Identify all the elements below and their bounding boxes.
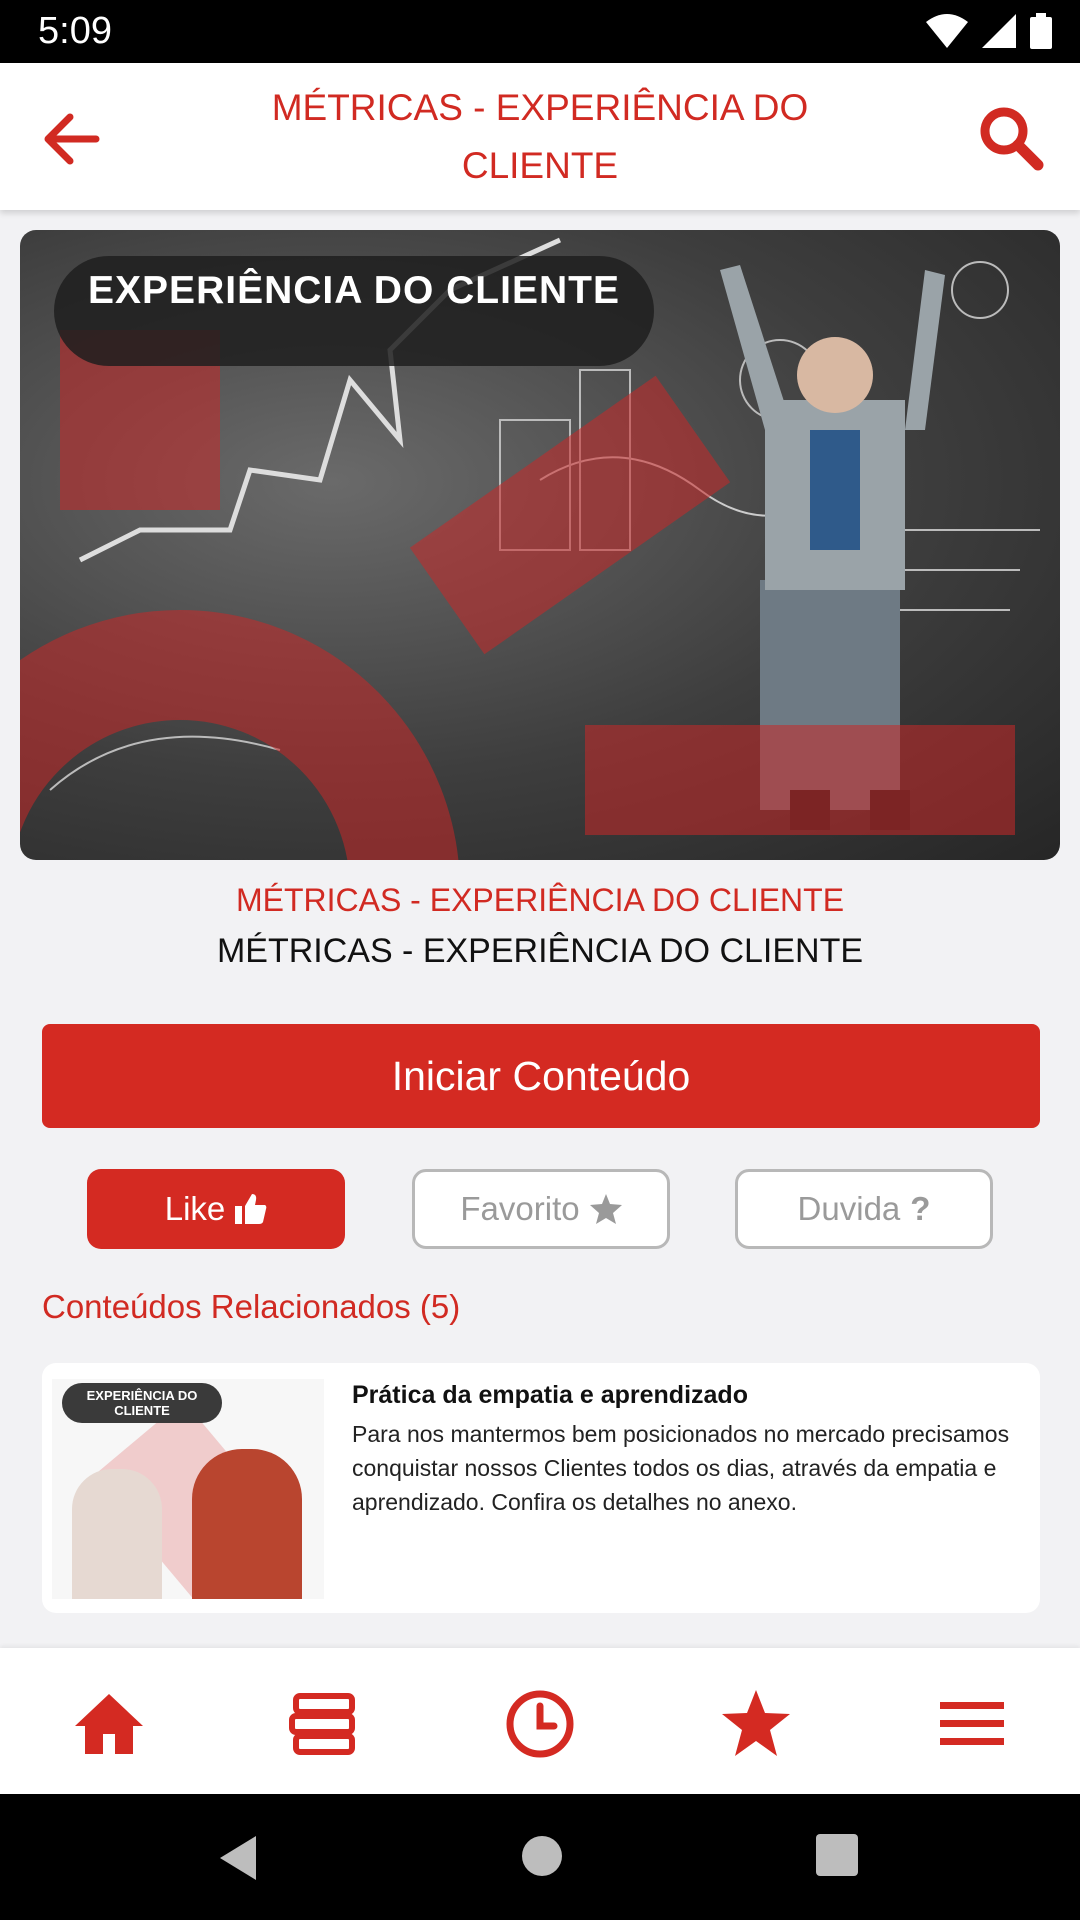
start-content-button[interactable]: Iniciar Conteúdo — [42, 1024, 1040, 1128]
content-category: MÉTRICAS - EXPERIÊNCIA DO CLIENTE — [235, 882, 845, 918]
signal-icon — [982, 14, 1016, 48]
system-home-icon[interactable] — [520, 1834, 564, 1878]
star-icon — [589, 1194, 622, 1224]
nav-history[interactable] — [504, 1688, 576, 1760]
related-heading: Conteúdos Relacionados (5) — [42, 1288, 461, 1325]
system-back-icon[interactable] — [216, 1834, 260, 1882]
like-label: Like — [164, 1190, 226, 1227]
menu-icon — [940, 1702, 1004, 1745]
content-title: MÉTRICAS - EXPERIÊNCIA DO CLIENTE — [216, 932, 864, 970]
system-recents-icon[interactable] — [816, 1834, 858, 1876]
nav-library[interactable] — [288, 1688, 360, 1760]
battery-icon — [1030, 13, 1052, 49]
bottom-nav — [0, 1648, 1080, 1794]
app-header: MÉTRICAS - EXPERIÊNCIA DO CLIENTE — [0, 63, 1080, 210]
search-icon — [980, 107, 1044, 171]
favorite-label: Favorito — [460, 1190, 580, 1227]
status-icons — [926, 12, 1052, 50]
hero-image: EXPERIÊNCIA DO CLIENTE — [20, 230, 1060, 860]
question-icon: ? — [910, 1190, 931, 1227]
back-button[interactable] — [40, 107, 104, 171]
arrow-left-icon — [44, 113, 100, 165]
nav-menu[interactable] — [936, 1688, 1008, 1760]
star-icon — [722, 1690, 790, 1756]
red-overlay-block — [585, 725, 1015, 835]
doubt-button[interactable]: Duvida ? — [735, 1169, 993, 1249]
nav-favorites[interactable] — [720, 1688, 792, 1760]
thumbs-up-icon — [235, 1194, 267, 1224]
related-thumbnail: EXPERIÊNCIA DO CLIENTE — [52, 1379, 324, 1599]
nav-home[interactable] — [73, 1688, 145, 1760]
wifi-icon — [926, 14, 968, 48]
status-time: 5:09 — [38, 10, 112, 52]
search-button[interactable] — [976, 103, 1046, 173]
page-title: MÉTRICAS - EXPERIÊNCIA DO CLIENTE — [271, 87, 809, 186]
home-icon — [75, 1694, 143, 1754]
hero-banner: EXPERIÊNCIA DO CLIENTE — [54, 256, 654, 366]
thumb-person — [192, 1449, 302, 1599]
thumb-banner: EXPERIÊNCIA DO CLIENTE — [62, 1383, 222, 1423]
thumb-person — [72, 1469, 162, 1599]
books-icon — [289, 1693, 355, 1755]
related-card[interactable]: EXPERIÊNCIA DO CLIENTE Prática da empati… — [42, 1363, 1040, 1613]
like-button[interactable]: Like — [87, 1169, 345, 1249]
related-title: Prática da empatia e aprendizado — [352, 1381, 748, 1409]
clock-icon — [506, 1690, 574, 1758]
status-bar: 5:09 — [0, 0, 1080, 63]
system-nav-bar — [0, 1794, 1080, 1920]
related-description: Para nos mantermos bem posicionados no m… — [352, 1421, 1010, 1515]
doubt-label: Duvida — [797, 1190, 901, 1227]
favorite-button[interactable]: Favorito — [412, 1169, 670, 1249]
